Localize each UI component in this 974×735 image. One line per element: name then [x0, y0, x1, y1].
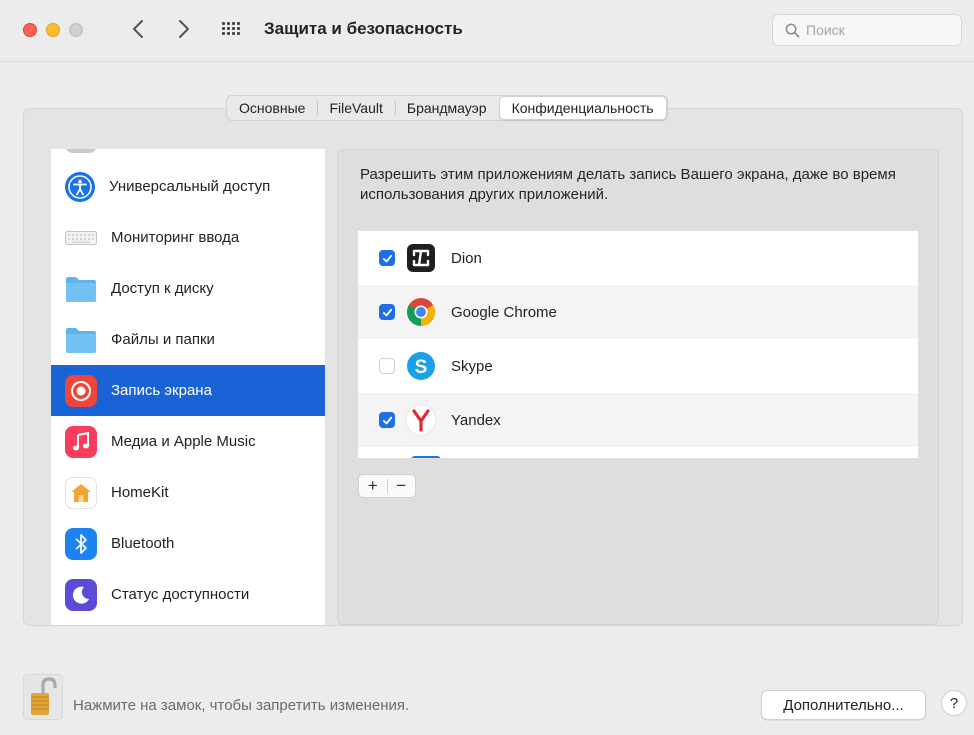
yandex-icon [405, 404, 437, 436]
forward-button[interactable] [172, 14, 196, 44]
sidebar-item-input-monitoring[interactable]: Мониторинг ввода [51, 212, 325, 263]
svg-text:S: S [415, 357, 428, 378]
music-icon [65, 425, 97, 458]
sidebar-item-label: HomeKit [111, 484, 169, 501]
checkmark-icon [382, 254, 392, 262]
lock-icon[interactable] [23, 674, 63, 720]
sidebar-item-bluetooth[interactable]: Bluetooth [51, 518, 325, 569]
app-checkbox[interactable] [379, 358, 395, 374]
remove-app-button[interactable]: − [388, 475, 416, 497]
app-name: Google Chrome [451, 303, 557, 321]
checkmark-icon [382, 308, 392, 316]
permission-description: Разрешить этим приложениям делать запись… [360, 166, 896, 203]
sidebar-item-label: Bluetooth [111, 535, 175, 552]
sidebar-item-label: Медиа и Apple Music [111, 433, 256, 450]
app-checkbox[interactable] [379, 250, 395, 266]
zoom-window-button[interactable] [69, 23, 83, 37]
close-window-button[interactable] [23, 23, 37, 37]
home-icon [65, 476, 97, 509]
partially-visible-app-icon [411, 456, 441, 458]
search-field[interactable] [772, 14, 962, 46]
app-checkbox[interactable] [379, 304, 395, 320]
keyboard-icon [65, 222, 97, 254]
sidebar-item-label: Доступ к диску [111, 280, 214, 297]
tab-general[interactable]: Основные [227, 96, 317, 120]
sidebar-item-screen-recording[interactable]: Запись экрана [51, 365, 325, 416]
sidebar-item-homekit[interactable]: HomeKit [51, 467, 325, 518]
privacy-sidebar[interactable]: Универсальный доступ Мониторинг ввода До… [51, 149, 325, 625]
app-name: Skype [451, 357, 493, 375]
show-all-grid-icon[interactable] [222, 22, 240, 36]
tab-filevault[interactable]: FileVault [317, 96, 394, 120]
app-row-dion[interactable]: Dion [358, 231, 918, 285]
sidebar-item-accessibility[interactable]: Универсальный доступ [51, 161, 325, 212]
minimize-window-button[interactable] [46, 23, 60, 37]
folder-icon [65, 324, 97, 356]
app-row-chrome[interactable]: Google Chrome [358, 285, 918, 339]
app-list[interactable]: Dion Google Chrome S Skype Yandex [358, 231, 918, 458]
app-name: Yandex [451, 411, 501, 429]
preferences-window: Защита и безопасность Основные FileVault… [0, 0, 974, 735]
help-button[interactable]: ? [941, 690, 967, 716]
skype-icon: S [405, 350, 437, 382]
add-remove-control: + − [358, 474, 416, 498]
add-app-button[interactable]: + [359, 475, 387, 497]
screen-recording-icon [65, 374, 97, 407]
advanced-button[interactable]: Дополнительно... [761, 690, 926, 720]
tab-bar: Основные FileVault Брандмауэр Конфиденци… [226, 95, 668, 121]
search-icon [785, 23, 800, 37]
sidebar-item-label: Запись экрана [111, 382, 212, 399]
bluetooth-icon [65, 527, 97, 560]
tab-firewall[interactable]: Брандмауэр [394, 96, 499, 120]
sidebar-item-label: Статус доступности [111, 586, 250, 603]
sidebar-item-label: Файлы и папки [111, 331, 215, 348]
sidebar-item-label: Универсальный доступ [109, 178, 271, 195]
chevron-left-icon [133, 20, 143, 38]
lock-hint-text: Нажмите на замок, чтобы запретить измене… [73, 697, 410, 714]
accessibility-icon [65, 171, 95, 202]
sidebar-item-focus-status[interactable]: Статус доступности [51, 569, 325, 620]
window-title: Защита и безопасность [264, 19, 463, 38]
sidebar-item-files-folders[interactable]: Файлы и папки [51, 314, 325, 365]
moon-icon [65, 578, 97, 611]
chrome-icon [405, 296, 437, 328]
tab-privacy[interactable]: Конфиденциальность [498, 96, 667, 120]
title-bar: Защита и безопасность [0, 0, 974, 62]
search-input[interactable] [806, 22, 956, 38]
app-row-skype[interactable]: S Skype [358, 339, 918, 393]
folder-icon [65, 273, 97, 305]
checkmark-icon [382, 416, 392, 424]
app-checkbox[interactable] [379, 412, 395, 428]
sidebar-item-media-music[interactable]: Медиа и Apple Music [51, 416, 325, 467]
chevron-right-icon [179, 20, 189, 38]
dion-icon [405, 242, 437, 274]
app-row-yandex[interactable]: Yandex [358, 393, 918, 447]
scrolled-item-icon [65, 149, 97, 153]
app-name: Dion [451, 249, 482, 267]
sidebar-item-disk-access[interactable]: Доступ к диску [51, 263, 325, 314]
sidebar-item-label: Мониторинг ввода [111, 229, 240, 246]
back-button[interactable] [126, 14, 150, 44]
